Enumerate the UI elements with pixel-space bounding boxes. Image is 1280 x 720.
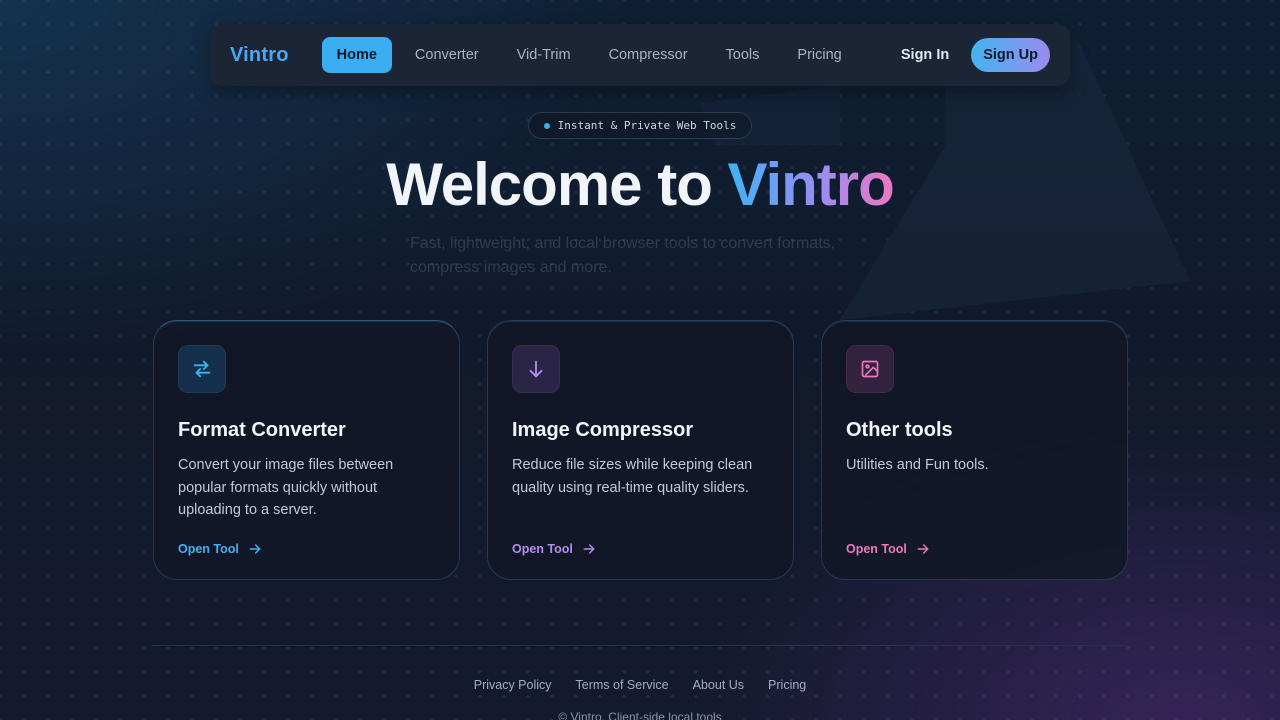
sign-in-button[interactable]: Sign In xyxy=(901,47,949,63)
sign-up-button[interactable]: Sign Up xyxy=(971,38,1050,72)
footer-link-pricing[interactable]: Pricing xyxy=(768,678,806,692)
footer-link-about[interactable]: About Us xyxy=(693,678,744,692)
card-format-converter[interactable]: Format Converter Convert your image file… xyxy=(153,320,460,580)
footer-link-terms[interactable]: Terms of Service xyxy=(576,678,669,692)
card-title: Image Compressor xyxy=(512,419,694,441)
card-title: Format Converter xyxy=(178,419,346,441)
badge-dot-icon xyxy=(543,122,550,129)
hero-badge-label: Instant & Private Web Tools xyxy=(557,119,737,132)
copyright-text: © Vintro. Client-side local tools xyxy=(558,710,722,720)
open-tool-label: Open Tool xyxy=(178,542,239,556)
swap-arrows-icon xyxy=(178,345,226,393)
footer-link-privacy[interactable]: Privacy Policy xyxy=(474,678,552,692)
open-tool-link-other[interactable]: Open Tool xyxy=(846,541,931,557)
nav-item-compressor[interactable]: Compressor xyxy=(594,37,703,73)
open-tool-label: Open Tool xyxy=(846,542,907,556)
hero-badge: Instant & Private Web Tools xyxy=(528,112,752,139)
nav-menu: Home Converter Vid-Trim Compressor Tools… xyxy=(321,37,865,73)
nav-item-tools[interactable]: Tools xyxy=(711,37,775,73)
auth-actions: Sign In Sign Up xyxy=(901,38,1050,72)
arrow-down-icon xyxy=(512,345,560,393)
card-description: Reduce file sizes while keeping clean qu… xyxy=(512,457,753,496)
hero-title: Welcome to Vintro xyxy=(0,150,1280,219)
hero-title-prefix: Welcome to xyxy=(386,151,728,218)
footer-links: Privacy Policy Terms of Service About Us… xyxy=(0,678,1280,692)
nav-item-converter[interactable]: Converter xyxy=(400,37,494,73)
nav-item-vid-trim[interactable]: Vid-Trim xyxy=(502,37,586,73)
arrow-right-icon xyxy=(249,544,261,554)
nav-item-home[interactable]: Home xyxy=(321,37,392,73)
card-description: Utilities and Fun tools. xyxy=(846,457,989,473)
card-description: Convert your image files between popular… xyxy=(178,457,394,518)
arrow-right-icon xyxy=(917,544,929,554)
nav-item-pricing[interactable]: Pricing xyxy=(782,37,856,73)
image-icon xyxy=(846,345,894,393)
hero-subtitle: Fast, lightweight, and local browser too… xyxy=(410,235,836,276)
card-other-tools[interactable]: Other tools Utilities and Fun tools. Ope… xyxy=(821,320,1128,580)
hero-title-highlight: Vintro xyxy=(727,151,895,218)
footer-divider xyxy=(152,645,1128,646)
top-navbar: Vintro Home Converter Vid-Trim Compresso… xyxy=(210,24,1070,86)
open-tool-link-compressor[interactable]: Open Tool xyxy=(512,541,597,557)
open-tool-link-converter[interactable]: Open Tool xyxy=(178,541,263,557)
brand-logo[interactable]: Vintro xyxy=(230,44,289,67)
card-title: Other tools xyxy=(846,419,953,441)
open-tool-label: Open Tool xyxy=(512,542,573,556)
arrow-right-icon xyxy=(583,544,595,554)
tool-cards: Format Converter Convert your image file… xyxy=(153,320,1128,580)
card-image-compressor[interactable]: Image Compressor Reduce file sizes while… xyxy=(487,320,794,580)
